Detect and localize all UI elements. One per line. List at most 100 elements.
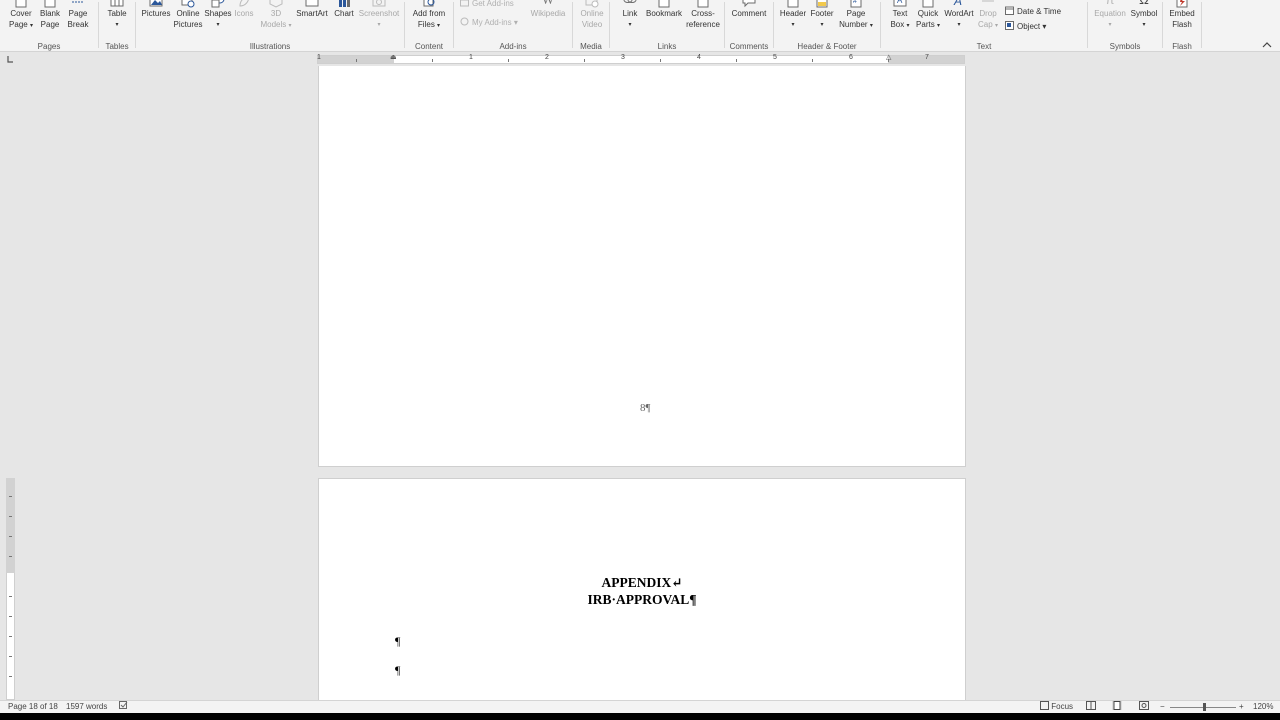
chart-button[interactable]: Chart xyxy=(330,0,358,40)
add-from-files-label: Add from xyxy=(412,9,446,18)
link-button[interactable]: Link ▾ xyxy=(614,0,646,40)
group-label-flash: Flash xyxy=(1172,42,1192,51)
ruler-tick xyxy=(736,59,737,62)
add-from-files-button[interactable]: Add from Files ▾ xyxy=(409,0,449,40)
svg-text:#: # xyxy=(853,0,857,5)
quick-parts-label: Quick xyxy=(917,9,939,18)
quick-parts-button[interactable]: Quick Parts ▾ xyxy=(913,0,943,40)
blank-page-label-2: Page xyxy=(40,19,60,29)
symbol-label: Symbol xyxy=(1130,9,1158,18)
embed-flash-button[interactable]: Embed Flash xyxy=(1166,0,1198,40)
cover-page-button[interactable]: Cover Page ▾ xyxy=(6,0,36,40)
table-icon xyxy=(110,0,124,7)
page-count-status[interactable]: Page 18 of 18 xyxy=(8,701,58,713)
page-break-icon xyxy=(72,1,84,3)
svg-text:A: A xyxy=(953,0,962,8)
first-line-indent-icon[interactable]: ⏏ xyxy=(390,53,397,61)
footer-button[interactable]: Footer ▾ xyxy=(808,0,836,40)
comment-button[interactable]: Comment xyxy=(729,0,769,40)
ruler-number: 6 xyxy=(849,54,853,61)
equation-button[interactable]: π Equation ▾ xyxy=(1092,0,1128,40)
vertical-ruler-tick xyxy=(9,496,12,497)
page-break-button[interactable]: Page Break xyxy=(64,0,92,40)
my-addins-button[interactable]: My Add-ins ▾ xyxy=(460,17,518,29)
3d-models-button[interactable]: 3D Models ▾ xyxy=(258,0,294,40)
horizontal-ruler[interactable]: 1 1 2 3 4 5 6 7 ⏏ △ xyxy=(317,53,965,64)
cross-reference-button[interactable]: Cross- reference xyxy=(684,0,722,40)
vertical-ruler-tick xyxy=(9,616,12,617)
ruler-number: 1 xyxy=(469,54,473,61)
focus-button[interactable]: Focus xyxy=(1040,701,1073,713)
group-label-text: Text xyxy=(976,42,992,51)
vertical-ruler-tick xyxy=(9,516,12,517)
online-pictures-button[interactable]: Online Pictures xyxy=(172,0,204,40)
group-label-addins: Add-ins xyxy=(499,42,527,51)
blank-page-button[interactable]: Blank Page xyxy=(36,0,64,40)
online-video-button[interactable]: Online Video xyxy=(575,0,609,40)
get-addins-button[interactable]: Get Add-ins xyxy=(460,0,514,10)
group-comments: Comment Comments xyxy=(725,0,773,51)
status-bar: Page 18 of 18 1597 words Focus − + 120% xyxy=(0,700,1280,713)
vertical-ruler-tick xyxy=(9,596,12,597)
right-indent-icon[interactable]: △ xyxy=(886,53,891,61)
bookmark-button[interactable]: Bookmark xyxy=(644,0,684,40)
zoom-out-button[interactable]: − xyxy=(1160,701,1165,713)
calendar-icon xyxy=(1005,6,1014,15)
vertical-ruler[interactable] xyxy=(6,66,15,700)
cover-page-label-2: Page ▾ xyxy=(9,19,33,29)
pictures-button[interactable]: Pictures xyxy=(140,0,172,40)
document-page[interactable]: APPENDIX↵ IRB·APPROVAL¶ ¶ ¶ xyxy=(318,478,966,700)
icons-button[interactable]: Icons xyxy=(232,0,256,40)
text-box-button[interactable]: A Text Box ▾ xyxy=(885,0,915,40)
link-label: Link xyxy=(622,9,638,18)
online-video-label-2: Video xyxy=(581,19,603,29)
document-page[interactable]: 8¶ xyxy=(318,66,966,467)
table-button[interactable]: Table ▾ xyxy=(103,0,131,40)
focus-icon xyxy=(1040,701,1049,710)
page-number-footer: 8¶ xyxy=(640,402,651,414)
screenshot-button[interactable]: Screenshot ▾ xyxy=(358,0,400,40)
zoom-slider-thumb[interactable] xyxy=(1203,703,1206,711)
zoom-level[interactable]: 120% xyxy=(1253,701,1273,713)
wikipedia-button[interactable]: W Wikipedia xyxy=(528,0,568,40)
ribbon: Cover Page ▾ Blank Page Page Break Pages… xyxy=(0,0,1280,52)
document-canvas[interactable]: 8¶ APPENDIX↵ IRB·APPROVAL¶ ¶ ¶ xyxy=(0,66,1280,700)
ruler-number: 3 xyxy=(621,54,625,61)
header-button[interactable]: Header ▾ xyxy=(778,0,808,40)
bookmark-icon xyxy=(658,0,670,8)
group-label-comments: Comments xyxy=(729,42,769,51)
tab-selector-icon[interactable] xyxy=(6,55,15,64)
group-media: Online Video Media xyxy=(573,0,609,51)
online-pictures-label-2: Pictures xyxy=(173,19,203,29)
3d-models-label: 3D xyxy=(270,9,282,18)
smartart-label: SmartArt xyxy=(296,9,328,18)
shapes-button[interactable]: Shapes ▾ xyxy=(204,0,232,40)
date-time-button[interactable]: Date & Time xyxy=(1005,6,1061,18)
pi-icon: π xyxy=(1103,0,1117,8)
vertical-ruler-tick xyxy=(9,636,12,637)
drop-cap-button[interactable]: Drop Cap ▾ xyxy=(975,0,1001,40)
wordart-button[interactable]: A WordArt ▾ xyxy=(943,0,975,40)
shapes-dropdown-icon: ▾ xyxy=(216,21,220,28)
add-from-files-label-2: Files ▾ xyxy=(417,19,441,29)
header-label: Header xyxy=(779,9,807,18)
ruler-tick xyxy=(660,59,661,62)
text-box-label-2: Box ▾ xyxy=(890,19,910,29)
screenshot-dropdown-icon: ▾ xyxy=(377,21,381,28)
wikipedia-icon: W xyxy=(541,0,555,8)
collapse-ribbon-icon[interactable] xyxy=(1262,40,1272,50)
table-dropdown-icon: ▾ xyxy=(115,21,119,28)
object-button[interactable]: Object ▾ xyxy=(1005,21,1046,33)
page-number-button[interactable]: # Page Number ▾ xyxy=(836,0,876,40)
symbol-button[interactable]: Ω Symbol ▾ xyxy=(1128,0,1160,40)
smartart-button[interactable]: SmartArt xyxy=(294,0,330,40)
omega-icon: Ω xyxy=(1137,0,1151,8)
ruler-tick xyxy=(356,59,357,62)
date-time-label: Date & Time xyxy=(1017,7,1062,16)
proofing-icon[interactable] xyxy=(119,701,128,713)
cube-icon xyxy=(269,0,283,8)
word-count-status[interactable]: 1597 words xyxy=(66,701,107,713)
group-label-content: Content xyxy=(414,42,444,51)
zoom-in-button[interactable]: + xyxy=(1239,701,1244,713)
add-from-files-icon xyxy=(423,0,435,7)
